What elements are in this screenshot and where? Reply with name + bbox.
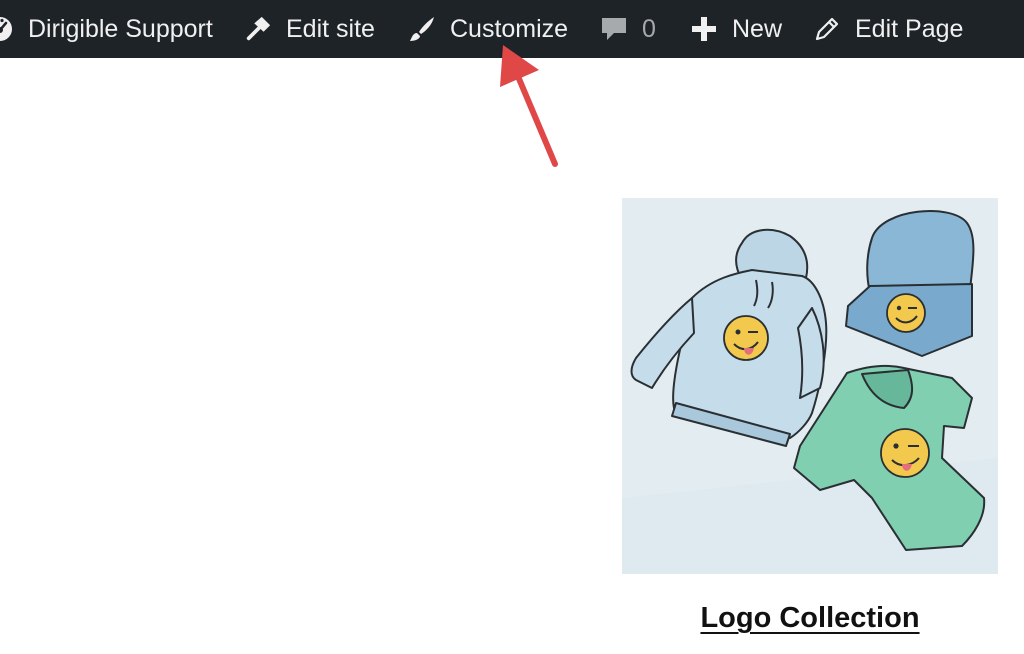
pencil-icon [813, 15, 841, 43]
hammer-icon [244, 15, 272, 43]
edit-site-label: Edit site [286, 15, 375, 43]
edit-page-link[interactable]: Edit Page [813, 0, 963, 58]
plus-icon [690, 15, 718, 43]
comments-link[interactable]: 0 [600, 0, 656, 58]
beanie-emoji-icon [886, 293, 926, 333]
new-content-label: New [732, 15, 783, 43]
annotation-arrow [500, 45, 558, 167]
edit-site-link[interactable]: Edit site [244, 0, 375, 58]
hoodie-emoji-icon [723, 315, 769, 361]
comment-bubble-icon [600, 15, 628, 43]
site-name-label: Dirigible Support [28, 15, 213, 43]
paintbrush-icon [408, 15, 436, 43]
site-name-link[interactable]: Dirigible Support [0, 0, 213, 58]
product-illustration [622, 198, 998, 574]
edit-page-label: Edit Page [855, 15, 964, 43]
tshirt-emoji-icon [880, 428, 930, 478]
new-content-link[interactable]: New [690, 0, 782, 58]
comments-count: 0 [642, 15, 656, 43]
product-image[interactable] [622, 198, 998, 574]
product-title-link[interactable]: Logo Collection [640, 602, 980, 635]
page: Dirigible Support Edit site Customize 0 … [0, 0, 1024, 654]
dashboard-icon [0, 15, 14, 43]
